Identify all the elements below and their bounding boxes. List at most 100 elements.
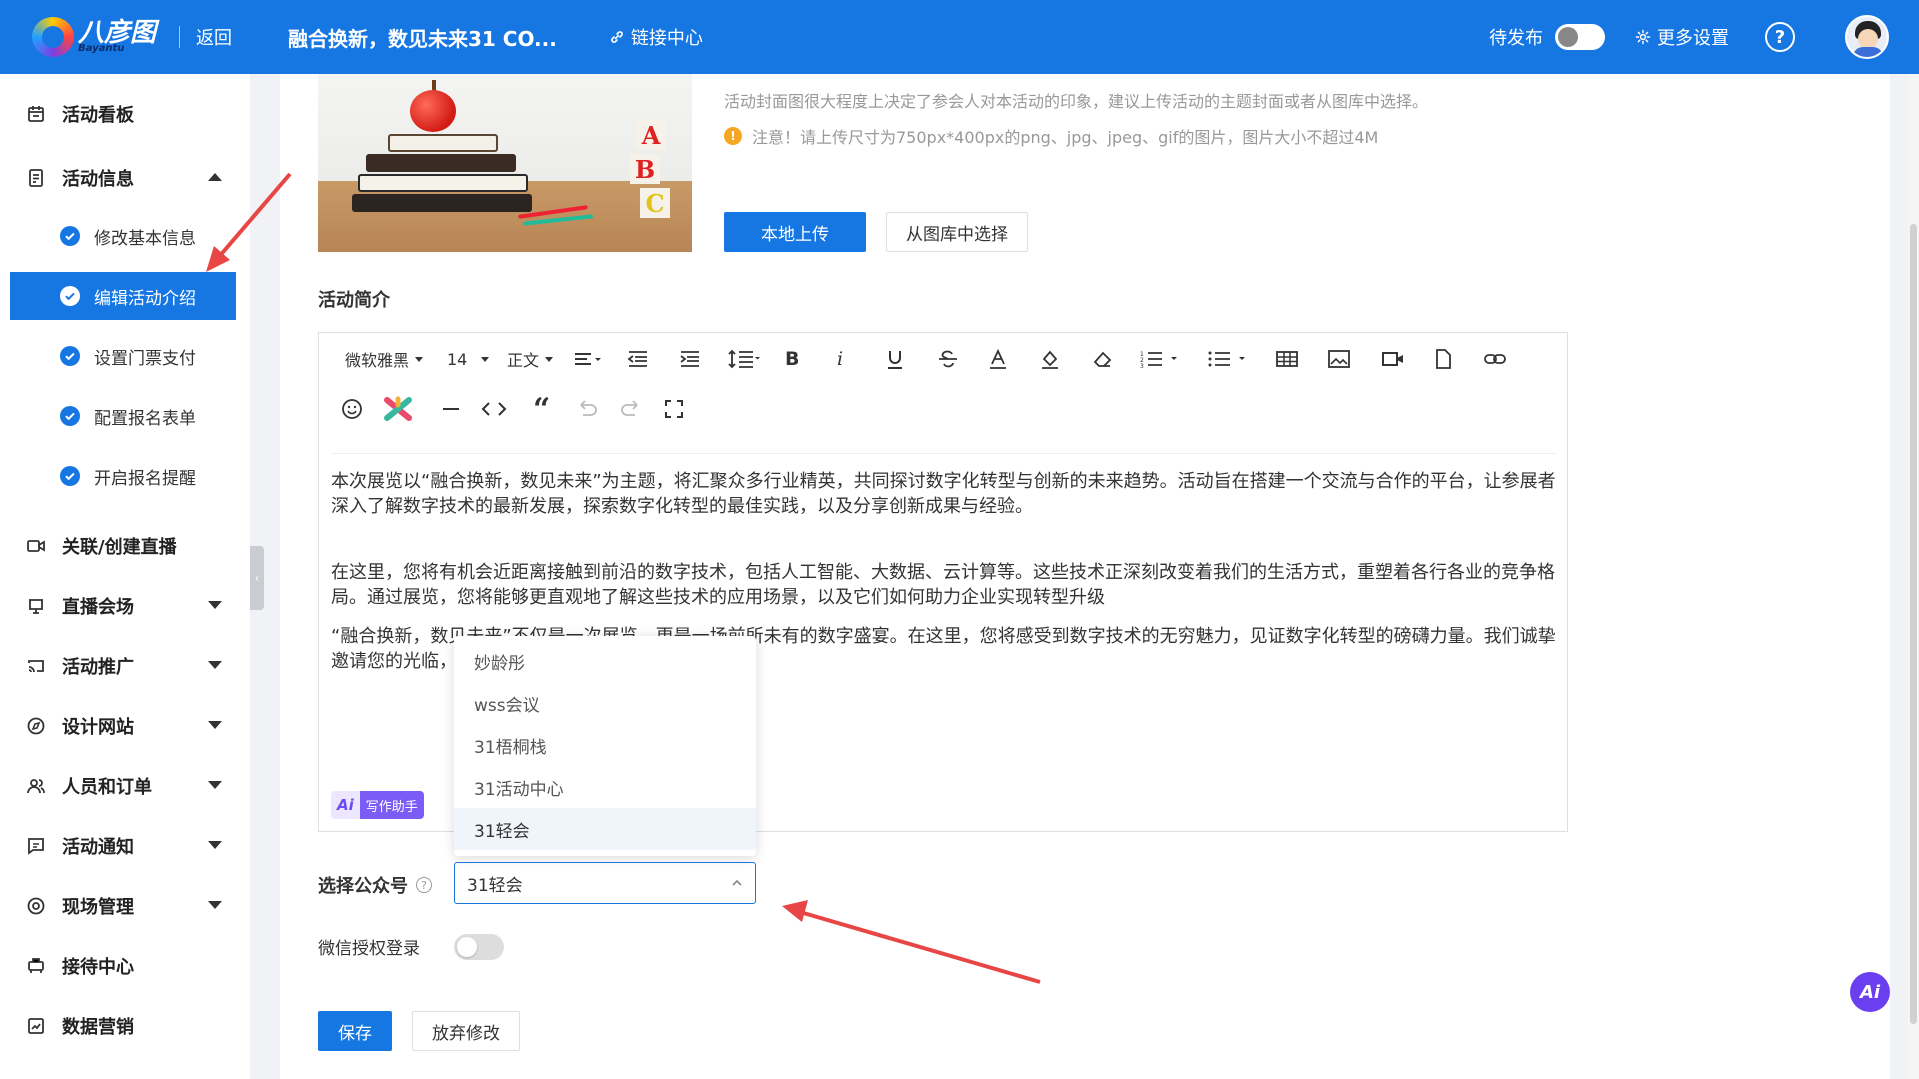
sidebar-item-onsite[interactable]: 现场管理 <box>0 882 250 930</box>
align-icon[interactable] <box>573 345 603 373</box>
italic-icon[interactable]: i <box>837 345 843 373</box>
screen-icon <box>26 596 46 616</box>
help-icon[interactable]: ? <box>1765 22 1795 52</box>
choose-library-button[interactable]: 从图库中选择 <box>886 212 1028 252</box>
link-center-button[interactable]: 链接中心 <box>609 24 703 50</box>
public-account-dropdown: 妙龄彤 wss会议 31梧桐栈 31活动中心 31轻会 <box>454 636 756 856</box>
sidebar-subitem-label: 设置门票支付 <box>94 348 196 369</box>
cover-warning-text: 注意！请上传尺寸为750px*400px的png、jpg、jpeg、gif的图片… <box>752 128 1379 147</box>
logo[interactable]: 八彦图 Bayantu <box>32 15 157 59</box>
cover-image: A B C <box>318 74 692 252</box>
underline-icon[interactable] <box>885 345 905 373</box>
letter-block: C <box>640 188 670 218</box>
sidebar-item-people-orders[interactable]: 人员和订单 <box>0 762 250 810</box>
logo-subtext: Bayantu <box>78 43 125 54</box>
desk-icon <box>26 956 46 976</box>
check-circle-icon <box>60 286 80 306</box>
users-icon <box>26 776 46 796</box>
dropdown-option[interactable]: 31梧桐栈 <box>454 724 756 766</box>
sidebar-item-label: 人员和订单 <box>62 777 152 798</box>
cast-icon <box>26 656 46 676</box>
logo-mark-icon <box>32 17 74 57</box>
highlight-icon[interactable] <box>1039 345 1061 373</box>
plugin-icon[interactable] <box>383 395 413 423</box>
upload-local-button[interactable]: 本地上传 <box>724 212 866 252</box>
sidebar-subitem-registration-form[interactable]: 配置报名表单 <box>10 392 236 440</box>
bold-icon[interactable]: B <box>785 345 799 373</box>
sidebar-item-label: 关联/创建直播 <box>62 537 177 558</box>
paragraph-value: 正文 <box>507 351 540 370</box>
ordered-list-icon[interactable]: 123 <box>1139 345 1179 373</box>
code-icon[interactable] <box>481 395 507 423</box>
publish-toggle[interactable] <box>1555 24 1605 50</box>
sidebar-item-design-site[interactable]: 设计网站 <box>0 702 250 750</box>
bullet-list-icon[interactable] <box>1207 345 1247 373</box>
sidebar-item-label: 活动通知 <box>62 837 134 858</box>
intro-paragraph <box>331 519 1559 544</box>
chevron-down-icon <box>208 901 222 909</box>
table-icon[interactable] <box>1275 345 1299 373</box>
warning-icon: ! <box>724 127 742 145</box>
indent-decrease-icon[interactable] <box>627 345 649 373</box>
chevron-down-icon <box>208 781 222 789</box>
sidebar-item-live-venue[interactable]: 直播会场 <box>0 582 250 630</box>
font-color-icon[interactable] <box>987 345 1009 373</box>
dropdown-option[interactable]: 妙龄彤 <box>454 640 756 682</box>
back-link[interactable]: 返回 <box>196 24 232 50</box>
public-account-select[interactable]: 31轻会 <box>454 862 756 904</box>
more-settings-label: 更多设置 <box>1657 28 1729 49</box>
scrollbar[interactable] <box>1908 74 1919 1079</box>
sidebar-subitem-edit-intro[interactable]: 编辑活动介绍 <box>10 272 236 320</box>
sidebar-item-label: 数据营销 <box>62 1017 134 1038</box>
sidebar-collapse-handle[interactable]: ‹ <box>250 546 264 610</box>
sidebar-item-promotion[interactable]: 活动推广 <box>0 642 250 690</box>
ai-writing-assistant-button[interactable]: Ai 写作助手 <box>331 791 424 819</box>
quote-icon[interactable]: “ <box>533 392 550 427</box>
wechat-login-label: 微信授权登录 <box>318 939 420 959</box>
sidebar-item-data-marketing[interactable]: 数据营销 <box>0 1002 250 1050</box>
sidebar-item-activity-info[interactable]: 活动信息 <box>0 154 250 202</box>
sidebar-item-label: 活动推广 <box>62 657 134 678</box>
more-settings-button[interactable]: 更多设置 <box>1635 24 1729 50</box>
indent-increase-icon[interactable] <box>679 345 701 373</box>
toolbar-divider <box>331 453 1557 454</box>
ai-assistant-float-button[interactable]: Ai <box>1850 972 1890 1012</box>
sidebar-subitem-label: 配置报名表单 <box>94 408 196 429</box>
chart-icon <box>26 1016 46 1036</box>
wechat-login-toggle[interactable] <box>454 934 504 960</box>
avatar[interactable] <box>1845 15 1889 59</box>
discard-button[interactable]: 放弃修改 <box>412 1011 520 1051</box>
sidebar-item-live[interactable]: 关联/创建直播 <box>0 522 250 570</box>
dropdown-option[interactable]: 31活动中心 <box>454 766 756 808</box>
fullscreen-icon[interactable] <box>663 395 685 423</box>
sidebar-item-dashboard[interactable]: 活动看板 <box>0 90 250 138</box>
link-insert-icon[interactable] <box>1483 345 1507 373</box>
sidebar-subitem-basic-info[interactable]: 修改基本信息 <box>10 212 236 260</box>
gear-icon <box>1635 29 1651 45</box>
calendar-icon <box>26 104 46 124</box>
divider-icon[interactable] <box>441 395 461 423</box>
dropdown-option-selected[interactable]: 31轻会 <box>454 808 756 850</box>
line-height-icon[interactable] <box>727 345 761 373</box>
undo-icon[interactable] <box>575 395 599 423</box>
font-family-select[interactable]: 微软雅黑 <box>345 345 424 373</box>
video-insert-icon[interactable] <box>1381 345 1405 373</box>
question-icon[interactable]: ? <box>416 877 432 893</box>
image-icon[interactable] <box>1327 345 1351 373</box>
sidebar-subitem-registration-reminder[interactable]: 开启报名提醒 <box>10 452 236 500</box>
file-icon[interactable] <box>1433 345 1453 373</box>
font-family-value: 微软雅黑 <box>345 351 410 370</box>
font-size-select[interactable]: 14 <box>447 345 490 373</box>
intro-label: 活动简介 <box>318 290 390 311</box>
redo-icon[interactable] <box>619 395 643 423</box>
emoji-icon[interactable] <box>341 395 363 423</box>
message-icon <box>26 836 46 856</box>
sidebar-item-reception[interactable]: 接待中心 <box>0 942 250 990</box>
sidebar-item-notifications[interactable]: 活动通知 <box>0 822 250 870</box>
dropdown-option[interactable]: wss会议 <box>454 682 756 724</box>
eraser-icon[interactable] <box>1091 345 1113 373</box>
sidebar-subitem-ticket-payment[interactable]: 设置门票支付 <box>10 332 236 380</box>
strikethrough-icon[interactable] <box>937 345 959 373</box>
save-button[interactable]: 保存 <box>318 1011 392 1051</box>
paragraph-select[interactable]: 正文 <box>507 345 554 373</box>
